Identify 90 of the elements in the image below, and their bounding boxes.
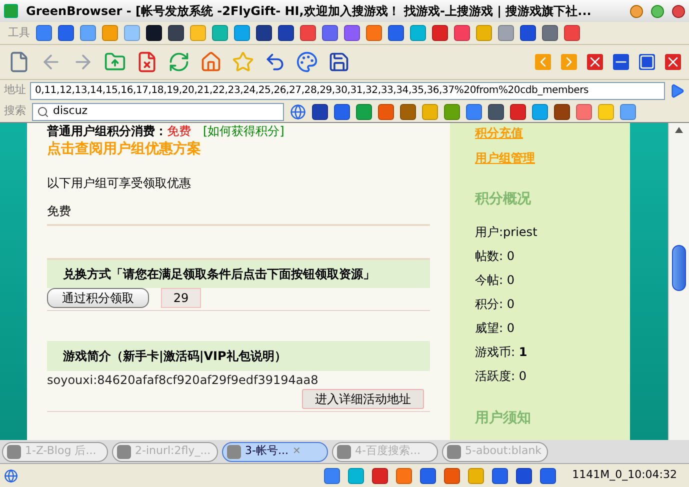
app-icon[interactable]: [510, 104, 526, 120]
go-icon[interactable]: [669, 82, 685, 98]
stat-text: 今帖: 0: [475, 272, 516, 288]
app-icon[interactable]: [256, 25, 272, 41]
app-icon[interactable]: [278, 25, 294, 41]
group-text: 免费: [47, 202, 430, 226]
intro-header: 游戏简介（新手卡|激活码|VIP礼包说明）: [47, 341, 430, 371]
tab-label: 5-about:blank: [465, 443, 542, 460]
tab-favicon-icon: [7, 444, 21, 458]
globe-icon[interactable]: [4, 468, 18, 482]
window-title: GreenBrowser - [帐号发放系统 -2FlyGift- HI,欢迎加入搜游戏！ 找游戏-上搜游戏 | 搜游戏旗下社...: [26, 3, 592, 20]
app-icon[interactable]: [372, 468, 388, 484]
toolbar-label: 工具: [8, 24, 30, 41]
close-button[interactable]: [672, 4, 685, 18]
search-label: 搜索: [4, 103, 26, 120]
undo-icon[interactable]: [264, 51, 286, 73]
app-icon[interactable]: [516, 468, 532, 484]
stat-text: 帖数: 0: [475, 248, 516, 264]
stat-text: 积分: 0: [475, 296, 516, 312]
browser-tab[interactable]: 4-百度搜索...: [332, 442, 438, 462]
globe-icon[interactable]: [290, 104, 306, 120]
tab-label: 3-帐号...: [245, 443, 288, 460]
search-field[interactable]: discuz: [32, 102, 284, 120]
address-label: 地址: [4, 82, 26, 98]
detail-button[interactable]: 进入详细活动地址: [302, 389, 424, 409]
browser-tab[interactable]: 2-inurl:2fly_...: [112, 442, 218, 462]
tab-favicon-icon: [337, 444, 351, 458]
maximize-button[interactable]: [651, 4, 664, 18]
app-icon[interactable]: [492, 468, 508, 484]
close-tab-icon[interactable]: [587, 54, 603, 70]
restore-icon[interactable]: [639, 54, 655, 70]
claim-button[interactable]: 通过积分领取: [47, 288, 149, 308]
app-icon[interactable]: [420, 468, 436, 484]
group-manage-link[interactable]: 用户组管理: [475, 149, 630, 167]
scroll-up-icon[interactable]: [675, 127, 683, 133]
notice-heading: 用户须知: [475, 408, 532, 428]
app-icon[interactable]: [540, 468, 556, 484]
app-icon[interactable]: [146, 25, 162, 41]
save-icon[interactable]: [328, 51, 350, 73]
browser-tab[interactable]: 1-Z-Blog 后...: [2, 442, 108, 462]
tab-label: 4-百度搜索...: [355, 443, 420, 460]
app-icon[interactable]: [400, 104, 416, 120]
app-icon[interactable]: [554, 104, 570, 120]
earn-points-link[interactable]: [如何获得积分]: [203, 124, 284, 138]
tab-close-icon[interactable]: ✕: [292, 444, 301, 459]
tab-label: 1-Z-Blog 后...: [25, 443, 96, 460]
next-tab-icon[interactable]: [561, 54, 577, 70]
close-page-icon[interactable]: [136, 51, 158, 73]
consume-label: 普通用户组积分消费：: [47, 124, 167, 138]
stat-text: 用户:priest: [475, 224, 538, 240]
refresh-icon[interactable]: [168, 51, 190, 73]
palette-icon[interactable]: [296, 51, 318, 73]
address-text: 0,11,12,13,14,15,16,17,18,19,20,21,22,23,24,25,26,27,28,29,30,31,32,33,34,35,36,37%20from%20cdb_members: [35, 84, 589, 98]
minimize-button[interactable]: [630, 4, 643, 18]
stat-text: 游戏币: 1: [475, 344, 528, 360]
home-icon[interactable]: [200, 51, 222, 73]
minimize-icon[interactable]: [613, 54, 629, 70]
app-icon[interactable]: [488, 104, 504, 120]
stats-heading: 积分概况: [475, 190, 532, 209]
page-icon[interactable]: [8, 51, 30, 73]
consume-value: 免费: [167, 124, 191, 138]
search-text: discuz: [53, 103, 88, 120]
app-icon[interactable]: [168, 25, 184, 41]
app-icon[interactable]: [312, 104, 328, 120]
folder-icon[interactable]: [104, 51, 126, 73]
exchange-header: 兑换方式「请您在满足领取条件后点击下面按钮领取资源」: [47, 258, 430, 288]
tab-favicon-icon: [447, 444, 461, 458]
stat-text: 活跃度: 0: [475, 368, 528, 384]
star-icon[interactable]: [232, 51, 254, 73]
app-icon[interactable]: [520, 25, 536, 41]
browser-logo-icon: [4, 4, 18, 18]
recharge-link[interactable]: 积分充值: [475, 124, 630, 142]
tab-label: 2-inurl:2fly_...: [135, 443, 211, 460]
browser-tab[interactable]: 5-about:blank: [442, 442, 548, 462]
note-text: 以下用户组可享受领取优惠: [47, 175, 192, 192]
previous-tab-icon[interactable]: [535, 54, 551, 70]
search-icon: [37, 106, 49, 118]
scroll-thumb[interactable]: [672, 245, 686, 291]
address-field[interactable]: 0,11,12,13,14,15,16,17,18,19,20,21,22,23,24,25,26,27,28,29,30,31,32,33,34,35,36,37%20from%20cdb_members: [30, 82, 665, 100]
stat-text: 威望: 0: [475, 320, 516, 336]
close-icon[interactable]: [665, 54, 681, 70]
code-text: soyouxi:84620afaf8cf920af29f9edf39194aa8: [47, 372, 320, 389]
browser-tab[interactable]: 3-帐号... ✕: [222, 442, 328, 462]
plan-link[interactable]: 点击查阅用户组优惠方案: [47, 139, 430, 160]
points-value: 29: [161, 288, 201, 308]
scrollbar[interactable]: [668, 123, 689, 440]
tab-favicon-icon: [117, 444, 131, 458]
app-icon[interactable]: [334, 104, 350, 120]
status-text: 1141M_0_10:04:32: [572, 467, 677, 484]
tab-favicon-icon: [227, 444, 241, 458]
